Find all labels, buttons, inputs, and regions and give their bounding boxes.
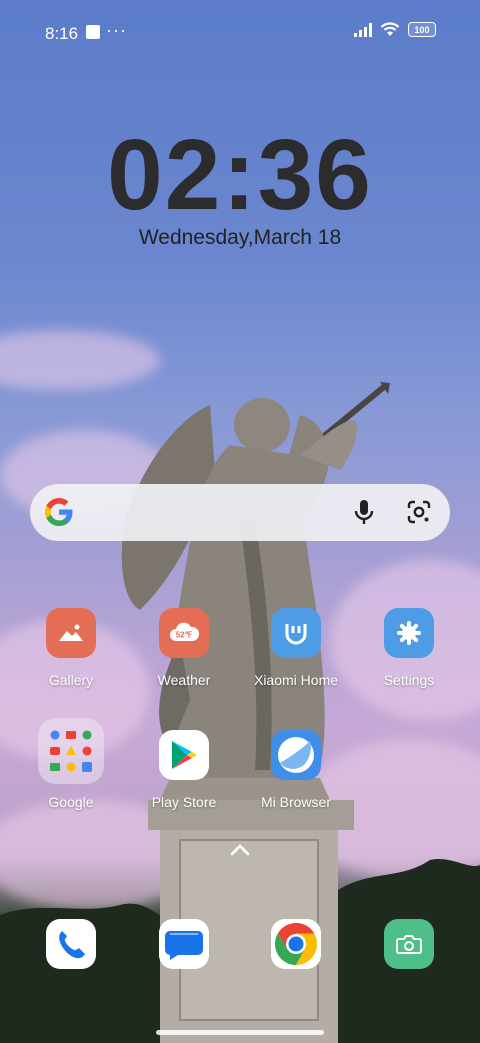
weather-temp: 52℉ xyxy=(176,631,193,640)
app-label: Google xyxy=(48,794,94,810)
app-label: Settings xyxy=(383,672,435,688)
app-drawer-chevron-up-icon[interactable] xyxy=(230,843,250,857)
notification-square-icon xyxy=(86,25,100,39)
clock-widget-date[interactable]: Wednesday,March 18 xyxy=(0,226,480,250)
google-lens-icon[interactable] xyxy=(406,499,432,525)
app-xiaomi-home[interactable]: Xiaomi Home xyxy=(241,608,351,688)
xiaomi-home-icon xyxy=(271,608,321,658)
phone-icon[interactable] xyxy=(46,919,96,969)
google-g-icon xyxy=(45,498,73,526)
app-label: Xiaomi Home xyxy=(253,672,339,688)
app-label: Play Store xyxy=(151,794,217,810)
gallery-icon xyxy=(46,608,96,658)
play-store-icon xyxy=(159,730,209,780)
signal-icon xyxy=(354,22,372,37)
status-bar: 8:16 ··· 100 xyxy=(0,0,480,64)
app-weather[interactable]: 52℉ Weather xyxy=(129,608,239,688)
app-gallery[interactable]: Gallery xyxy=(16,608,126,688)
folder-google[interactable]: Google xyxy=(16,718,126,810)
app-play-store[interactable]: Play Store xyxy=(129,730,239,810)
app-mi-browser[interactable]: Mi Browser xyxy=(241,730,351,810)
more-notifications-icon: ··· xyxy=(106,20,127,40)
battery-icon: 100 xyxy=(408,22,436,37)
messages-icon[interactable] xyxy=(159,919,209,969)
google-folder-icon xyxy=(38,718,104,784)
app-label: Weather xyxy=(157,672,211,688)
clock-widget-time[interactable]: 02:36 xyxy=(0,120,480,230)
microphone-icon[interactable] xyxy=(352,498,376,526)
camera-icon[interactable] xyxy=(384,919,434,969)
mi-browser-icon xyxy=(271,730,321,780)
wifi-icon xyxy=(380,22,400,36)
chrome-icon[interactable] xyxy=(271,919,321,969)
home-gesture-indicator[interactable] xyxy=(156,1030,324,1035)
status-time: 8:16 xyxy=(45,24,79,43)
app-label: Mi Browser xyxy=(260,794,331,810)
weather-icon: 52℉ xyxy=(159,608,209,658)
google-search-bar[interactable] xyxy=(30,484,450,541)
app-label: Gallery xyxy=(48,672,94,688)
app-settings[interactable]: Settings xyxy=(354,608,464,688)
settings-gear-icon xyxy=(384,608,434,658)
